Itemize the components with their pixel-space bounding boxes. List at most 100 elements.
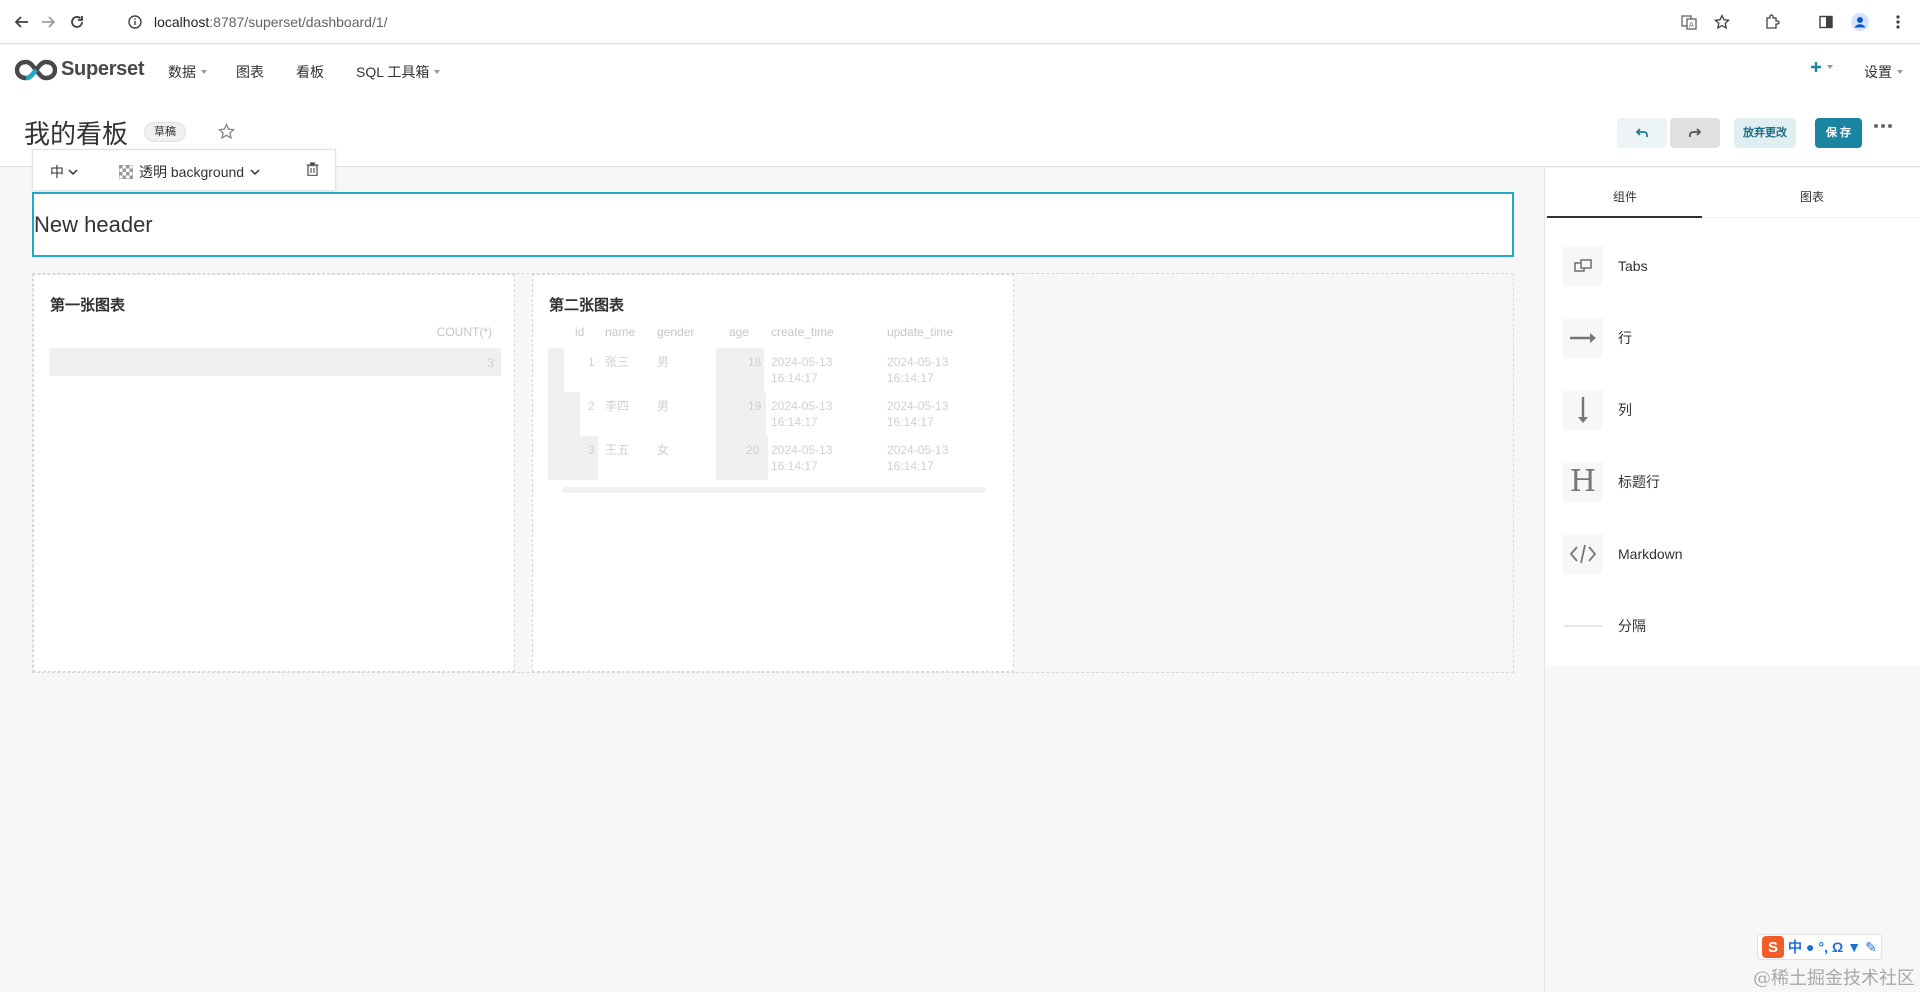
ime-omega-icon: Ω [1831,939,1844,955]
chevron-down-icon [250,169,260,176]
column-label: age [729,325,750,339]
header-toolbar: 中 透明 background [32,149,336,191]
horizontal-scrollbar[interactable] [548,485,1000,495]
delete-trash-icon[interactable] [306,162,319,176]
panel-tabs: 组件 图表 [1545,168,1920,218]
superset-logo[interactable]: Superset [15,58,144,81]
markdown-code-icon [1563,534,1603,574]
table-cell: 18 [748,355,762,369]
table-cell: 1 [588,355,595,369]
column-arrow-down-icon [1563,390,1603,430]
tab-charts[interactable]: 图表 [1800,188,1824,205]
browser-menu-icon[interactable] [1884,8,1912,36]
chart-title[interactable]: 第二张图表 [549,294,624,315]
table-header-cell[interactable]: name [605,325,635,339]
discard-changes-button[interactable]: 放弃更改 [1734,118,1796,148]
browser-toolbar: localhost:8787/superset/dashboard/1/ A [0,0,1920,44]
chart-card[interactable]: 第二张图表 id name gender age create_time upd… [532,274,1014,672]
component-column[interactable]: 列 [1563,390,1632,430]
table-header-cell[interactable]: gender [657,325,694,339]
table-cell: 张三 [605,355,630,369]
redo-icon [1689,128,1701,137]
redo-button[interactable] [1670,118,1720,148]
component-divider[interactable]: 分隔 [1563,606,1646,646]
chart-card[interactable]: 第一张图表 COUNT(*) 3 [33,274,515,672]
scrollbar-thumb[interactable] [562,487,986,493]
settings-menu[interactable]: 设置 [1864,62,1903,82]
header-size-value: 中 [50,164,64,180]
table-header-cell[interactable]: COUNT(*) [437,325,492,339]
table-cell: 3 [487,356,494,370]
save-button[interactable]: 保 存 [1815,118,1863,148]
undo-button[interactable] [1617,118,1667,148]
cell-bar [716,436,768,480]
back-icon[interactable] [8,8,36,36]
chart-title[interactable]: 第一张图表 [50,294,125,315]
svg-text:A: A [1689,21,1694,29]
header-size-dropdown[interactable]: 中 [50,162,78,182]
cell-bar [548,348,564,392]
table-cell: 女 [657,443,670,457]
background-value: 透明 background [139,164,245,180]
nav-item-dashboards[interactable]: 看板 [296,62,324,82]
caret-down-icon [434,70,441,74]
ime-punct-icon: °, [1818,939,1828,955]
url-path: :8787/superset/dashboard/1/ [209,14,388,30]
component-row[interactable]: 行 [1563,318,1632,358]
superset-logo-icon [15,59,57,80]
table-header-cell[interactable]: update_time [887,325,953,339]
dashboard-title[interactable]: 我的看板 [24,114,128,151]
nav-item-label: 数据 [168,64,196,80]
tab-components[interactable]: 组件 [1613,188,1637,205]
new-item-button[interactable] [1810,61,1833,73]
background-dropdown[interactable]: 透明 background [119,162,260,182]
component-label: 行 [1618,330,1632,346]
table-cell: 王五 [605,443,630,457]
table-cell: 李四 [605,399,630,413]
settings-label: 设置 [1864,64,1892,80]
ime-lang: 中 [1788,939,1802,955]
header-text[interactable]: New header [34,212,153,238]
caret-down-icon [1897,70,1903,74]
site-info-icon[interactable] [128,15,142,29]
table-cell: 2024-05-13 16:14:17 [771,355,833,385]
caret-down-icon [201,70,207,74]
bookmark-star-icon[interactable] [1708,8,1736,36]
table-cell: 2024-05-13 16:14:17 [887,443,949,473]
dashboard-header-component[interactable]: New header [32,192,1514,257]
component-markdown[interactable]: Markdown [1563,534,1683,574]
profile-avatar-icon[interactable] [1846,8,1874,36]
translate-icon[interactable]: A [1675,8,1703,36]
table-header-cell[interactable]: age [729,325,749,339]
reload-icon[interactable] [63,8,91,36]
nav-item-label: 看板 [296,64,324,80]
cell-bar [548,392,580,436]
table-cell: 2 [588,399,595,413]
active-tab-indicator [1547,216,1702,218]
ime-toolbar[interactable]: S 中 ● °, Ω ▼ ✎ [1757,934,1882,960]
side-panel-icon[interactable] [1812,8,1840,36]
row-arrow-right-icon [1563,318,1603,358]
nav-item-sql-lab[interactable]: SQL 工具箱 [356,62,441,82]
favorite-star-icon[interactable] [218,123,235,140]
nav-item-label: SQL 工具箱 [356,64,430,80]
table-cell: 2024-05-13 16:14:17 [887,399,949,429]
table-header-cell[interactable]: id [575,325,584,339]
column-label: name [605,325,636,339]
table-cell: 男 [657,355,670,369]
component-tabs[interactable]: Tabs [1563,246,1648,286]
column-label: id [575,325,585,339]
table-cell: 2024-05-13 16:14:17 [771,399,833,429]
nav-item-charts[interactable]: 图表 [236,62,264,82]
extensions-icon[interactable] [1758,8,1786,36]
component-header[interactable]: H 标题行 [1563,462,1660,502]
table-header-cell[interactable]: create_time [771,325,834,339]
forward-icon[interactable] [34,8,62,36]
more-options-icon[interactable] [1874,120,1892,132]
component-label: Tabs [1618,258,1648,274]
nav-item-data[interactable]: 数据 [168,62,207,82]
divider-icon [1563,606,1603,646]
address-bar[interactable]: localhost:8787/superset/dashboard/1/ [128,0,388,44]
table-cell: 3 [588,443,595,457]
url-host: localhost [154,14,210,30]
